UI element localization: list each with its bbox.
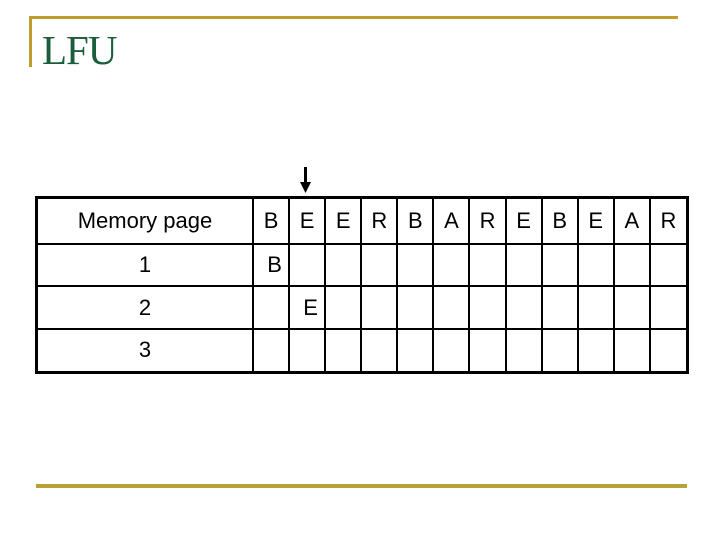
frame-cell (432, 327, 471, 371)
reference-cell: B (540, 199, 579, 246)
reference-cell: E (504, 199, 543, 246)
reference-cell: E (288, 199, 327, 246)
frame-cell: E (288, 285, 327, 330)
reference-cell: B (251, 199, 291, 246)
frame-row: 3 (38, 327, 686, 371)
frame-cell (396, 243, 435, 288)
frame-cell (360, 285, 399, 330)
frame-cell (612, 285, 651, 330)
frame-cell (324, 243, 363, 288)
page-reference-table: Memory page B E E R B A R E B E A R 1 B (35, 196, 689, 374)
frame-label: 3 (38, 327, 254, 371)
frame-cell (576, 285, 615, 330)
slide-title: LFU (42, 27, 117, 73)
reference-cell: E (576, 199, 615, 246)
frame-cell (251, 285, 291, 330)
frame-cell (648, 243, 686, 288)
frame-cell (648, 327, 686, 371)
footer-rule (36, 484, 687, 488)
reference-cell: A (612, 199, 651, 246)
frame-cell (612, 327, 651, 371)
reference-string-row: Memory page B E E R B A R E B E A R (38, 199, 686, 246)
frame-cell (504, 243, 543, 288)
reference-cell: R (648, 199, 686, 246)
frame-label: 1 (38, 243, 254, 288)
title-rule-top (29, 16, 678, 19)
frame-cell (432, 243, 471, 288)
frame-cell (648, 285, 686, 330)
frame-cell (504, 285, 543, 330)
frame-cell (396, 327, 435, 371)
frame-cell (324, 285, 363, 330)
frame-cell (360, 243, 399, 288)
reference-cell: E (324, 199, 363, 246)
frame-cell (576, 327, 615, 371)
frame-cell (468, 243, 507, 288)
reference-cell: R (468, 199, 507, 246)
frame-cell (576, 243, 615, 288)
frame-cell (324, 327, 363, 371)
frame-cell (540, 327, 579, 371)
frame-cell (504, 327, 543, 371)
memory-page-header: Memory page (38, 199, 254, 246)
frame-cell (288, 243, 327, 288)
reference-cell: A (432, 199, 471, 246)
frame-row: 1 B (38, 243, 686, 288)
frame-cell: B (251, 243, 291, 288)
frame-cell (432, 285, 471, 330)
frame-cell (612, 243, 651, 288)
down-arrow-icon (300, 167, 311, 193)
reference-cell: B (396, 199, 435, 246)
frame-cell (468, 285, 507, 330)
frame-cell (468, 327, 507, 371)
frame-label: 2 (38, 285, 254, 330)
title-rule-left (29, 16, 32, 67)
frame-cell (540, 285, 579, 330)
frame-cell (396, 285, 435, 330)
frame-cell (540, 243, 579, 288)
reference-cell: R (360, 199, 399, 246)
frame-cell (288, 327, 327, 371)
frame-row: 2 E (38, 285, 686, 330)
frame-cell (360, 327, 399, 371)
frame-cell (251, 327, 291, 371)
